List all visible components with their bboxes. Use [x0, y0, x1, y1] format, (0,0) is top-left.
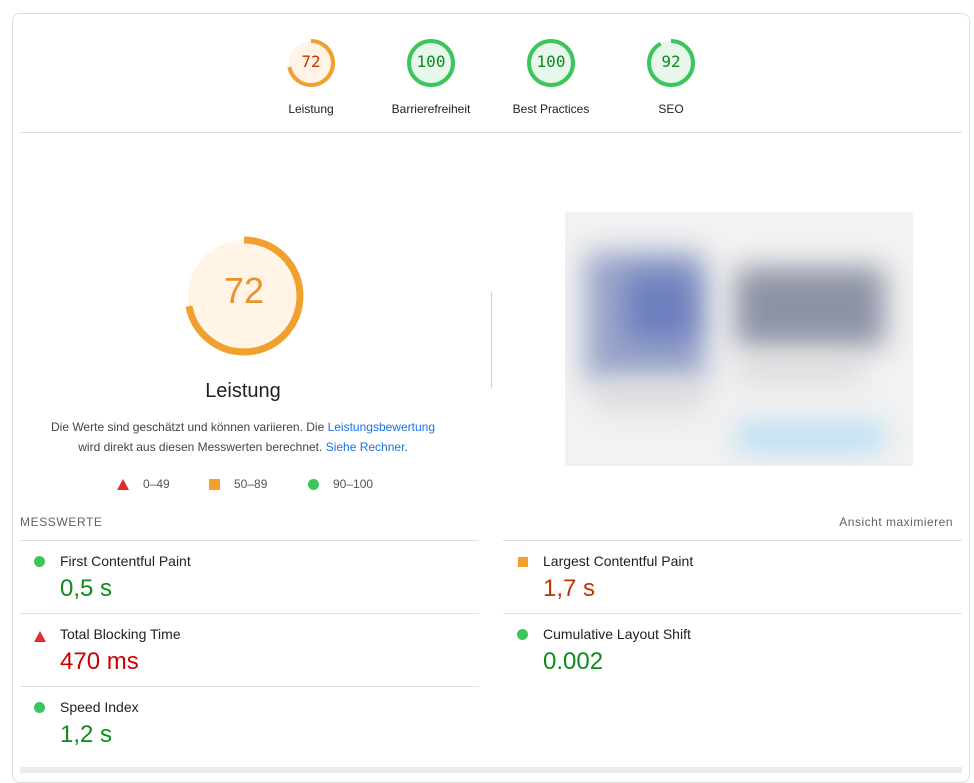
triangle-icon: [34, 629, 46, 642]
gauge-label: SEO: [658, 102, 684, 116]
performance-gauge-large: 72: [182, 234, 306, 358]
performance-title: Leistung: [205, 380, 281, 402]
legend-label: 0–49: [143, 477, 170, 491]
expand-view-toggle[interactable]: Ansicht maximieren: [839, 515, 953, 529]
gauge-score: 92: [661, 52, 681, 71]
circle-icon: [34, 556, 45, 567]
gauge-label: Leistung: [288, 102, 334, 116]
metric-fcp: First Contentful Paint 0,5 s: [20, 540, 479, 613]
square-icon: [518, 557, 528, 567]
legend-pass: 90–100: [308, 477, 373, 491]
desc-text: wird direkt aus diesen Messwerten berech…: [78, 440, 326, 454]
circle-icon: [517, 629, 528, 640]
gauge-accessibility[interactable]: 100 Barrierefreiheit: [371, 37, 491, 116]
desc-text: .: [404, 440, 408, 454]
gauge-score: 72: [301, 52, 321, 71]
legend-fail: 0–49: [117, 477, 170, 491]
blur-block: [595, 382, 705, 412]
gauge-best-practices[interactable]: 100 Best Practices: [491, 37, 611, 116]
legend-average: 50–89: [209, 477, 267, 491]
legend-label: 50–89: [234, 477, 268, 491]
metric-tbt: Total Blocking Time 470 ms: [20, 613, 479, 686]
square-icon: [209, 478, 220, 490]
scoring-link[interactable]: Leistungsbewertung: [328, 420, 435, 434]
blur-block: [735, 362, 865, 380]
circle-icon: [34, 702, 45, 713]
gauge-label: Barrierefreiheit: [391, 102, 471, 116]
score-description: Die Werte sind geschätzt und können vari…: [33, 417, 453, 457]
metric-value: 1,7 s: [543, 575, 596, 602]
metric-name: Speed Index: [60, 699, 139, 715]
gauge-seo[interactable]: 92 SEO: [611, 37, 731, 116]
gauge-score: 100: [416, 52, 446, 71]
page-screenshot-thumbnail[interactable]: [565, 212, 913, 466]
desc-text: Die Werte sind geschätzt und können vari…: [50, 420, 328, 434]
metric-si: Speed Index 1,2 s: [20, 686, 479, 759]
score-legend: 0–49 50–89 90–100: [13, 477, 969, 493]
category-gauges: 72 Leistung 100 Barrierefreiheit 100 Bes…: [13, 14, 969, 134]
performance-score: 72: [223, 270, 265, 311]
vertical-divider: [491, 292, 492, 388]
triangle-icon: [117, 478, 129, 490]
gauge-score: 100: [536, 52, 566, 71]
circle-icon: [308, 478, 319, 490]
metric-name: Cumulative Layout Shift: [543, 626, 691, 642]
metric-value: 470 ms: [60, 648, 139, 675]
gauge-label: Best Practices: [512, 102, 590, 116]
metric-name: Total Blocking Time: [60, 626, 181, 642]
gauge-performance[interactable]: 72 Leistung: [251, 37, 371, 116]
metric-value: 0.002: [543, 648, 604, 675]
calculator-link[interactable]: Siehe Rechner: [326, 440, 405, 454]
blur-block: [735, 267, 885, 347]
metric-name: Largest Contentful Paint: [543, 553, 694, 569]
divider: [20, 132, 962, 133]
metric-name: First Contentful Paint: [60, 553, 191, 569]
blur-block: [735, 422, 885, 452]
blur-block: [625, 272, 695, 342]
metrics-title: MESSWERTE: [20, 515, 103, 529]
metric-lcp: Largest Contentful Paint 1,7 s: [503, 540, 962, 613]
metric-value: 1,2 s: [60, 721, 113, 748]
legend-label: 90–100: [333, 477, 374, 491]
report-card: 72 Leistung 100 Barrierefreiheit 100 Bes…: [12, 13, 970, 783]
metric-value: 0,5 s: [60, 575, 113, 602]
metric-cls: Cumulative Layout Shift 0.002: [503, 613, 962, 686]
divider: [20, 767, 962, 773]
